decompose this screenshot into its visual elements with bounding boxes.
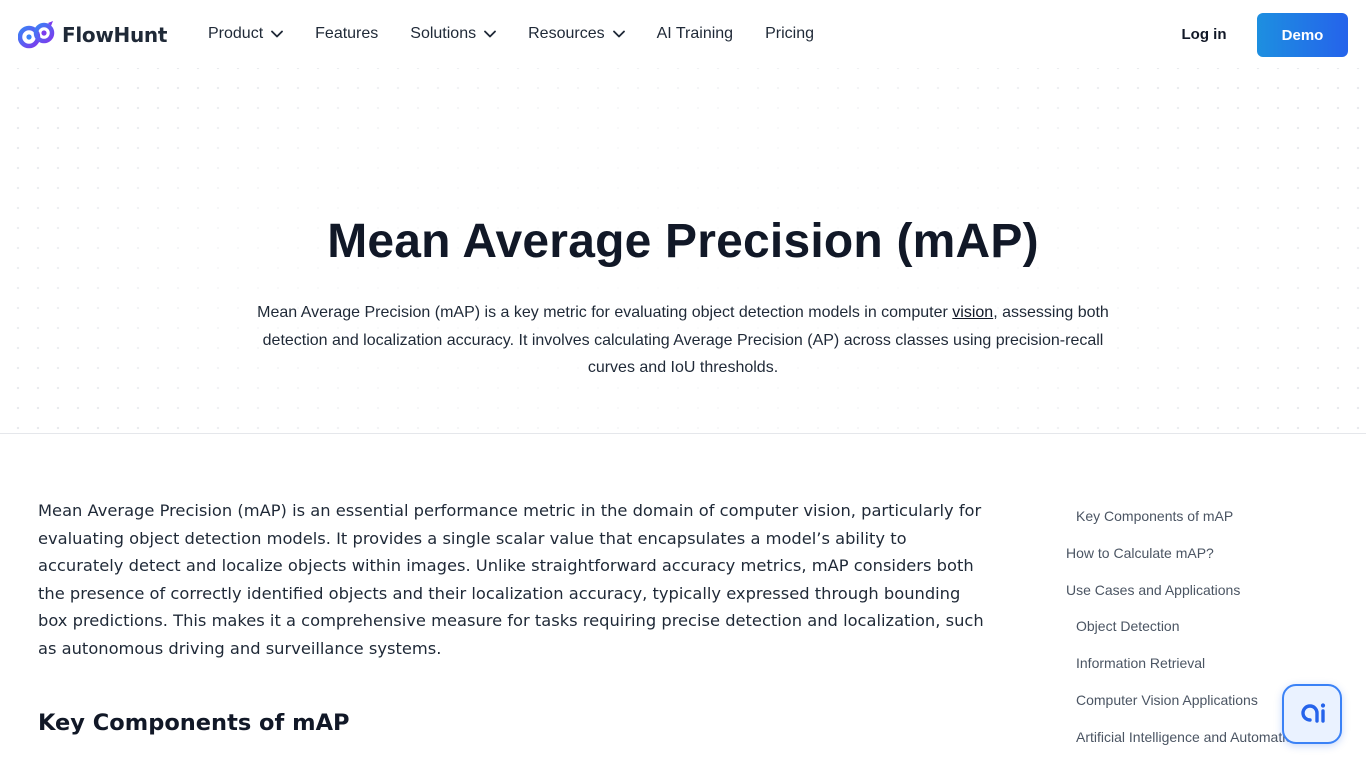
chevron-down-icon xyxy=(271,30,284,38)
section-heading: Key Components of mAP xyxy=(38,710,350,736)
hero-section: Mean Average Precision (mAP) Mean Averag… xyxy=(0,68,1366,434)
main-nav: Product Features Solutions Resources AI … xyxy=(192,0,830,68)
chevron-down-icon xyxy=(484,30,497,38)
page-description: Mean Average Precision (mAP) is a key me… xyxy=(243,299,1123,382)
nav-item-label: Product xyxy=(208,25,264,42)
site-header: FlowHunt Product Features Solutions Reso… xyxy=(0,0,1366,68)
article-content: Mean Average Precision (mAP) is an essen… xyxy=(38,497,988,736)
nav-item-pricing[interactable]: Pricing xyxy=(749,14,830,54)
ai-chat-icon xyxy=(1301,703,1326,723)
toc-item-how-to-calculate[interactable]: How to Calculate mAP? xyxy=(1066,542,1326,579)
nav-item-label: Resources xyxy=(528,25,605,42)
toc-item-information-retrieval[interactable]: Information Retrieval xyxy=(1066,652,1326,689)
vision-link[interactable]: vision xyxy=(952,304,993,321)
toc-item-use-cases[interactable]: Use Cases and Applications xyxy=(1066,579,1326,616)
nav-item-label: AI Training xyxy=(656,25,734,42)
nav-item-resources[interactable]: Resources xyxy=(512,14,640,54)
toc-item-object-detection[interactable]: Object Detection xyxy=(1066,615,1326,652)
logo-link[interactable]: FlowHunt xyxy=(18,20,167,50)
nav-item-label: Features xyxy=(315,25,379,42)
intro-paragraph: Mean Average Precision (mAP) is an essen… xyxy=(38,501,984,658)
nav-item-ai-training[interactable]: AI Training xyxy=(641,14,749,54)
page-title: Mean Average Precision (mAP) xyxy=(327,215,1039,268)
description-text: Mean Average Precision (mAP) is a key me… xyxy=(257,304,953,321)
toc-item-key-components[interactable]: Key Components of mAP xyxy=(1066,505,1326,542)
logo-text: FlowHunt xyxy=(62,23,168,47)
chevron-down-icon xyxy=(612,30,625,38)
nav-item-product[interactable]: Product xyxy=(192,14,299,54)
nav-item-solutions[interactable]: Solutions xyxy=(394,14,512,54)
nav-item-label: Solutions xyxy=(410,25,477,42)
nav-item-features[interactable]: Features xyxy=(299,14,394,54)
login-link[interactable]: Log in xyxy=(1164,20,1244,48)
chat-widget-button[interactable] xyxy=(1282,684,1342,744)
demo-button[interactable]: Demo xyxy=(1257,13,1348,57)
nav-item-label: Pricing xyxy=(765,25,814,42)
flowhunt-logo-icon xyxy=(18,21,55,49)
